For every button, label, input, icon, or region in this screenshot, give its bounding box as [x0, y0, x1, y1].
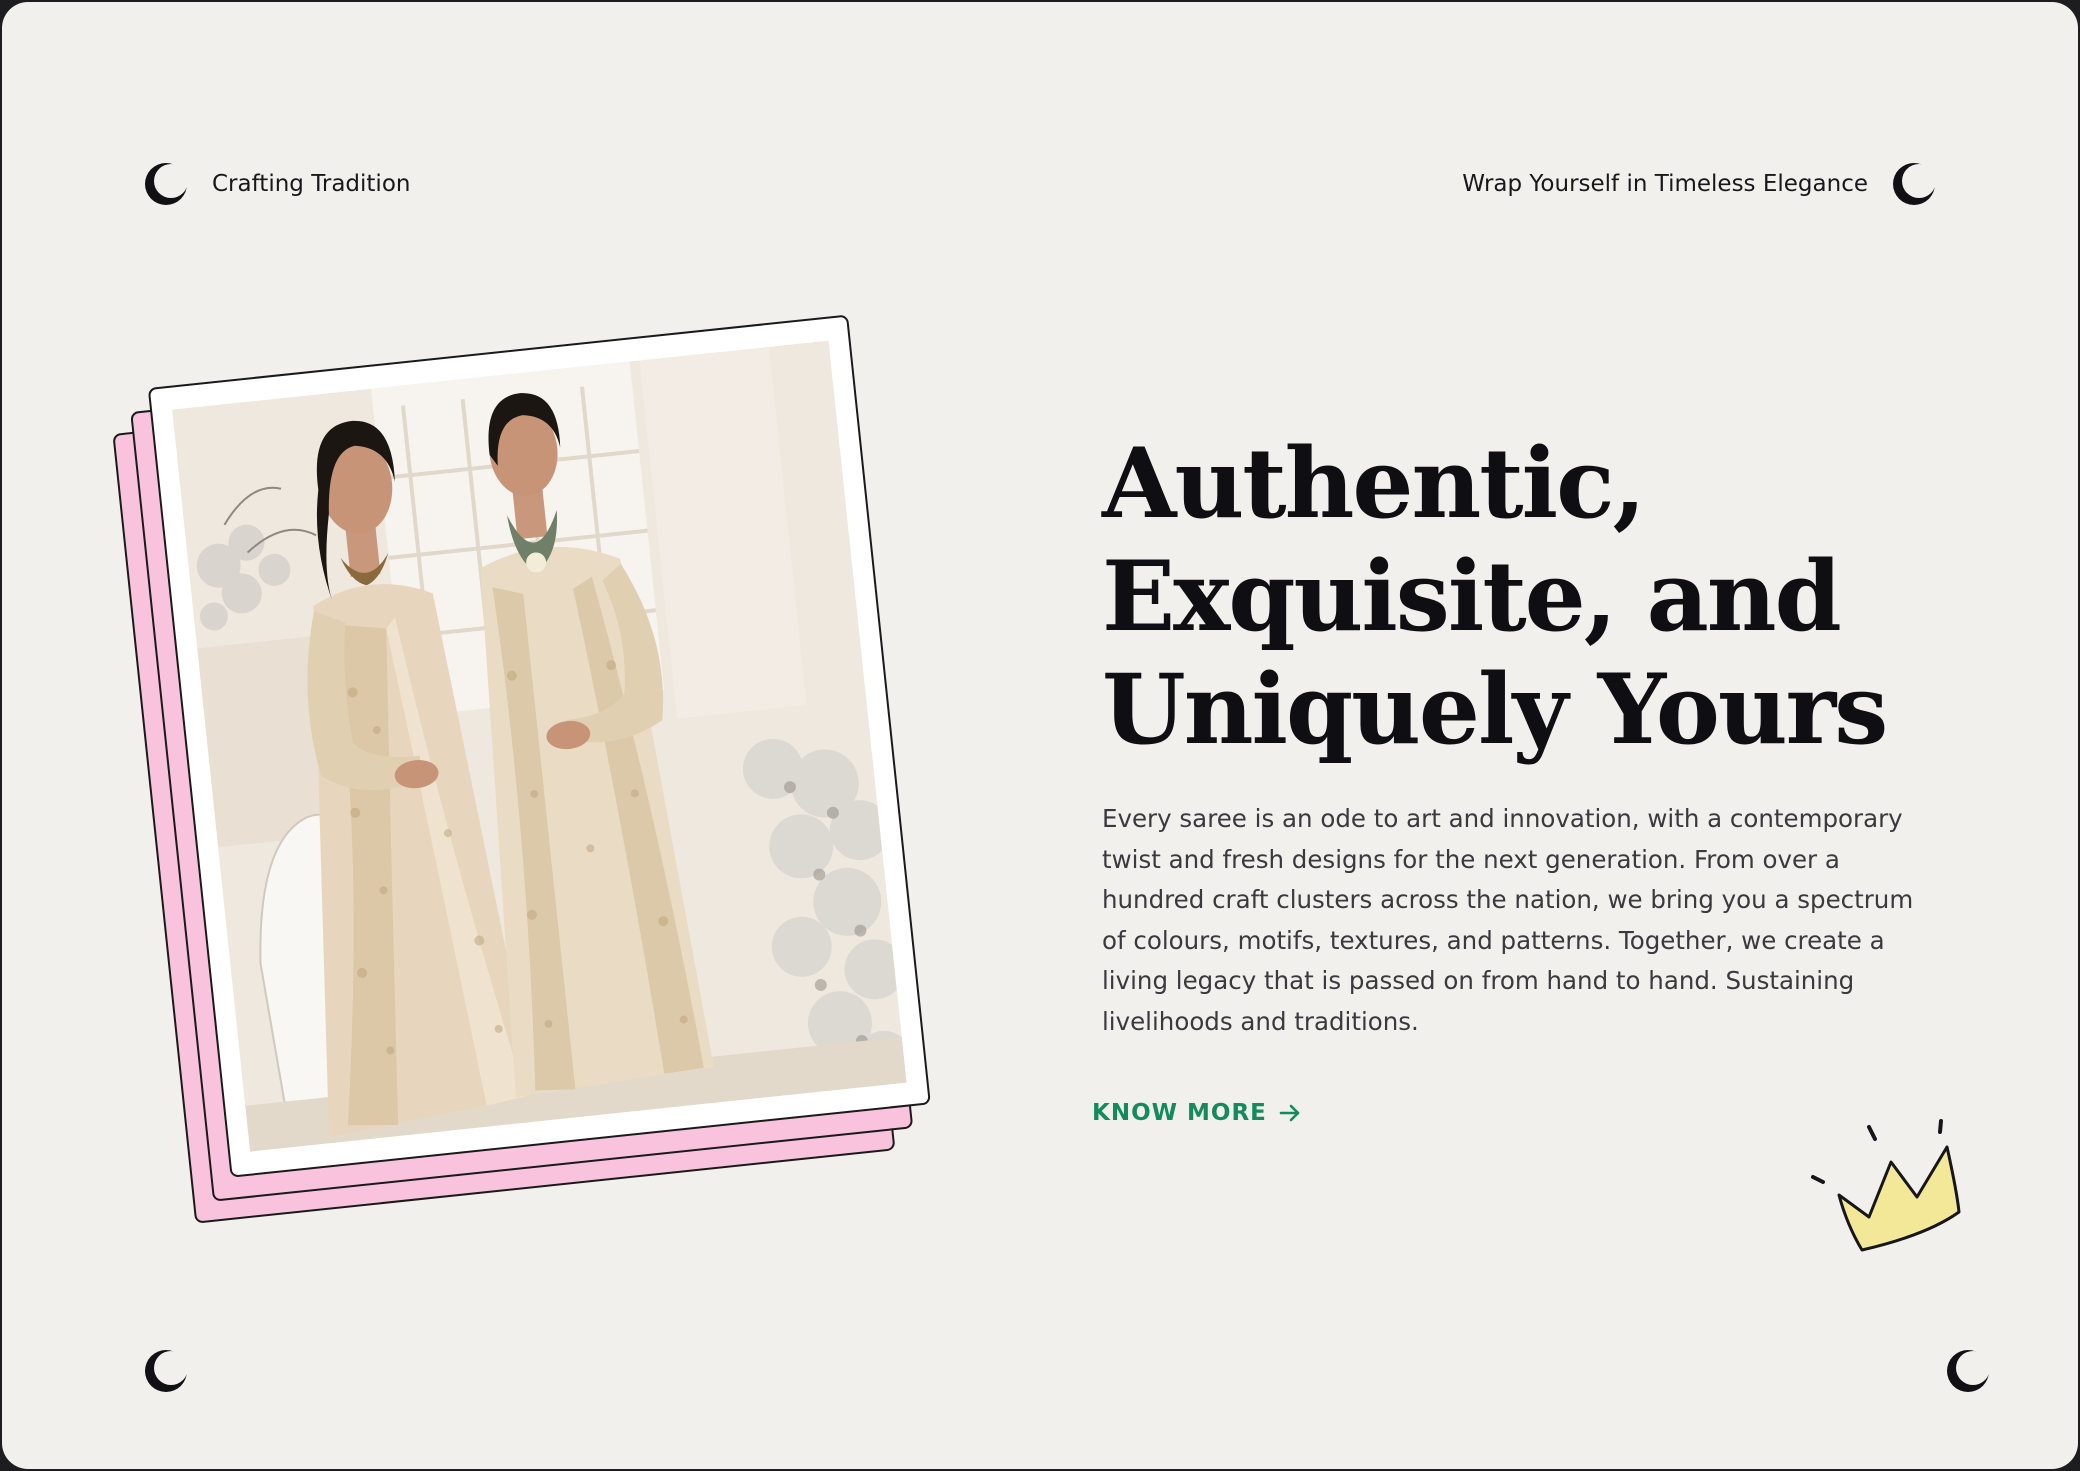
hero-headline: Authentic, Exquisite, and Uniquely Yours — [1102, 427, 2002, 766]
hero-description: Every saree is an ode to art and innovat… — [1102, 804, 1914, 1036]
crescent-moon-icon — [144, 1349, 188, 1393]
page: Crafting Tradition Wrap Yourself in Time… — [2, 2, 2078, 1469]
tagline-right: Wrap Yourself in Timeless Elegance — [1462, 171, 1868, 197]
crescent-moon-icon — [1946, 1349, 1990, 1393]
photo-card — [147, 314, 931, 1178]
arrow-right-icon — [1277, 1100, 1303, 1126]
know-more-link[interactable]: KNOW MORE — [1092, 1100, 1303, 1126]
photo-stack — [112, 310, 971, 1224]
headline-line: Exquisite, and — [1102, 540, 1842, 653]
headline-line: Authentic, — [1102, 427, 1646, 540]
know-more-label: KNOW MORE — [1092, 1100, 1267, 1126]
headline-line: Uniquely Yours — [1102, 653, 1888, 766]
crescent-moon-icon — [1892, 162, 1936, 206]
crescent-moon-icon — [144, 162, 188, 206]
hero-photo — [172, 340, 907, 1152]
tagline-left: Crafting Tradition — [212, 171, 411, 197]
crown-icon — [1807, 1117, 1967, 1257]
